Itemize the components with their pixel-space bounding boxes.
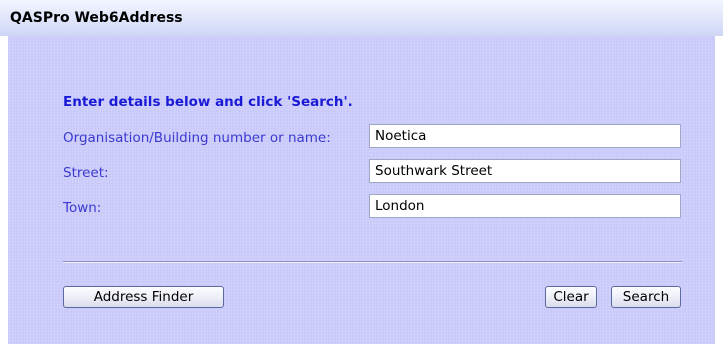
organisation-label: Organisation/Building number or name:	[63, 130, 331, 146]
town-input[interactable]	[369, 194, 681, 218]
window-title-bar: QASPro Web6Address	[0, 0, 723, 36]
clear-button[interactable]: Clear	[545, 286, 597, 308]
street-label: Street:	[63, 165, 109, 181]
search-button[interactable]: Search	[611, 286, 681, 308]
town-label: Town:	[63, 200, 102, 216]
window-title: QASPro Web6Address	[10, 10, 183, 26]
address-finder-button[interactable]: Address Finder	[63, 286, 224, 308]
form-instruction: Enter details below and click 'Search'.	[63, 94, 353, 110]
organisation-input[interactable]	[369, 124, 681, 148]
street-input[interactable]	[369, 159, 681, 183]
form-divider	[63, 261, 682, 263]
